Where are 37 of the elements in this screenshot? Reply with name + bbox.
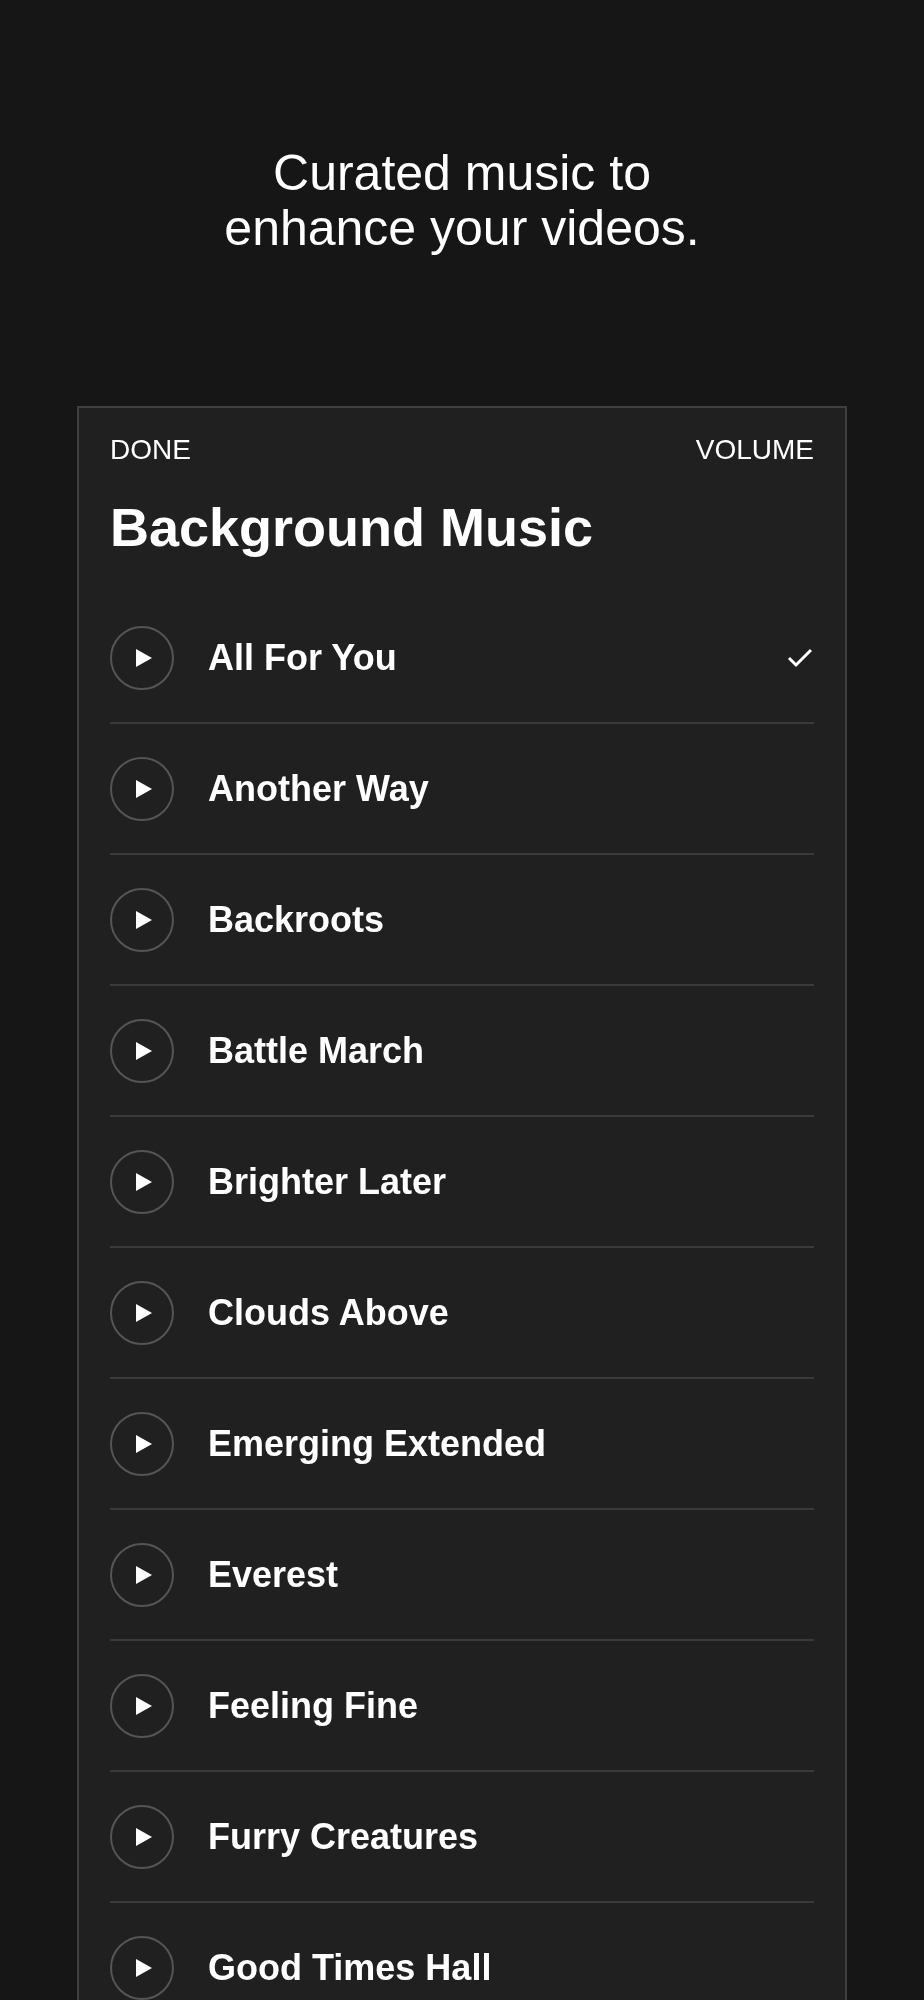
headline: Curated music to enhance your videos. xyxy=(223,146,701,256)
play-button[interactable] xyxy=(110,1542,174,1607)
play-icon xyxy=(136,648,152,667)
play-icon xyxy=(136,1827,152,1846)
volume-button[interactable]: VOLUME xyxy=(695,435,814,465)
play-icon xyxy=(136,1696,152,1715)
track-title[interactable]: Emerging Extended xyxy=(208,1423,547,1464)
play-button[interactable] xyxy=(110,1935,174,2000)
play-icon xyxy=(136,910,152,929)
play-icon xyxy=(136,779,152,798)
play-icon xyxy=(136,1041,152,1060)
play-icon xyxy=(136,1303,152,1322)
play-button[interactable] xyxy=(110,1018,174,1083)
panel-title: Background Music xyxy=(110,497,595,557)
track-title[interactable]: Backroots xyxy=(208,899,385,940)
play-button[interactable] xyxy=(110,1804,174,1869)
track-title[interactable]: Brighter Later xyxy=(208,1161,447,1202)
track-title[interactable]: Furry Creatures xyxy=(208,1816,479,1857)
track-title[interactable]: Battle March xyxy=(208,1030,425,1071)
track-title[interactable]: Clouds Above xyxy=(208,1292,449,1333)
play-icon xyxy=(136,1565,152,1584)
track-title[interactable]: Good Times Hall xyxy=(208,1947,492,1988)
play-icon xyxy=(136,1958,152,1977)
track-title[interactable]: Feeling Fine xyxy=(208,1685,419,1726)
track-title[interactable]: Another Way xyxy=(208,768,429,809)
track-title[interactable]: All For You xyxy=(208,637,397,678)
track-title[interactable]: Everest xyxy=(208,1554,339,1595)
play-button[interactable] xyxy=(110,756,174,821)
play-icon xyxy=(136,1172,152,1191)
play-button[interactable] xyxy=(110,1673,174,1738)
play-button[interactable] xyxy=(110,1149,174,1214)
play-button[interactable] xyxy=(110,1411,174,1476)
play-icon xyxy=(136,1434,152,1453)
play-button[interactable] xyxy=(110,625,174,690)
done-button[interactable]: DONE xyxy=(110,435,191,465)
play-button[interactable] xyxy=(110,1280,174,1345)
play-button[interactable] xyxy=(110,887,174,952)
